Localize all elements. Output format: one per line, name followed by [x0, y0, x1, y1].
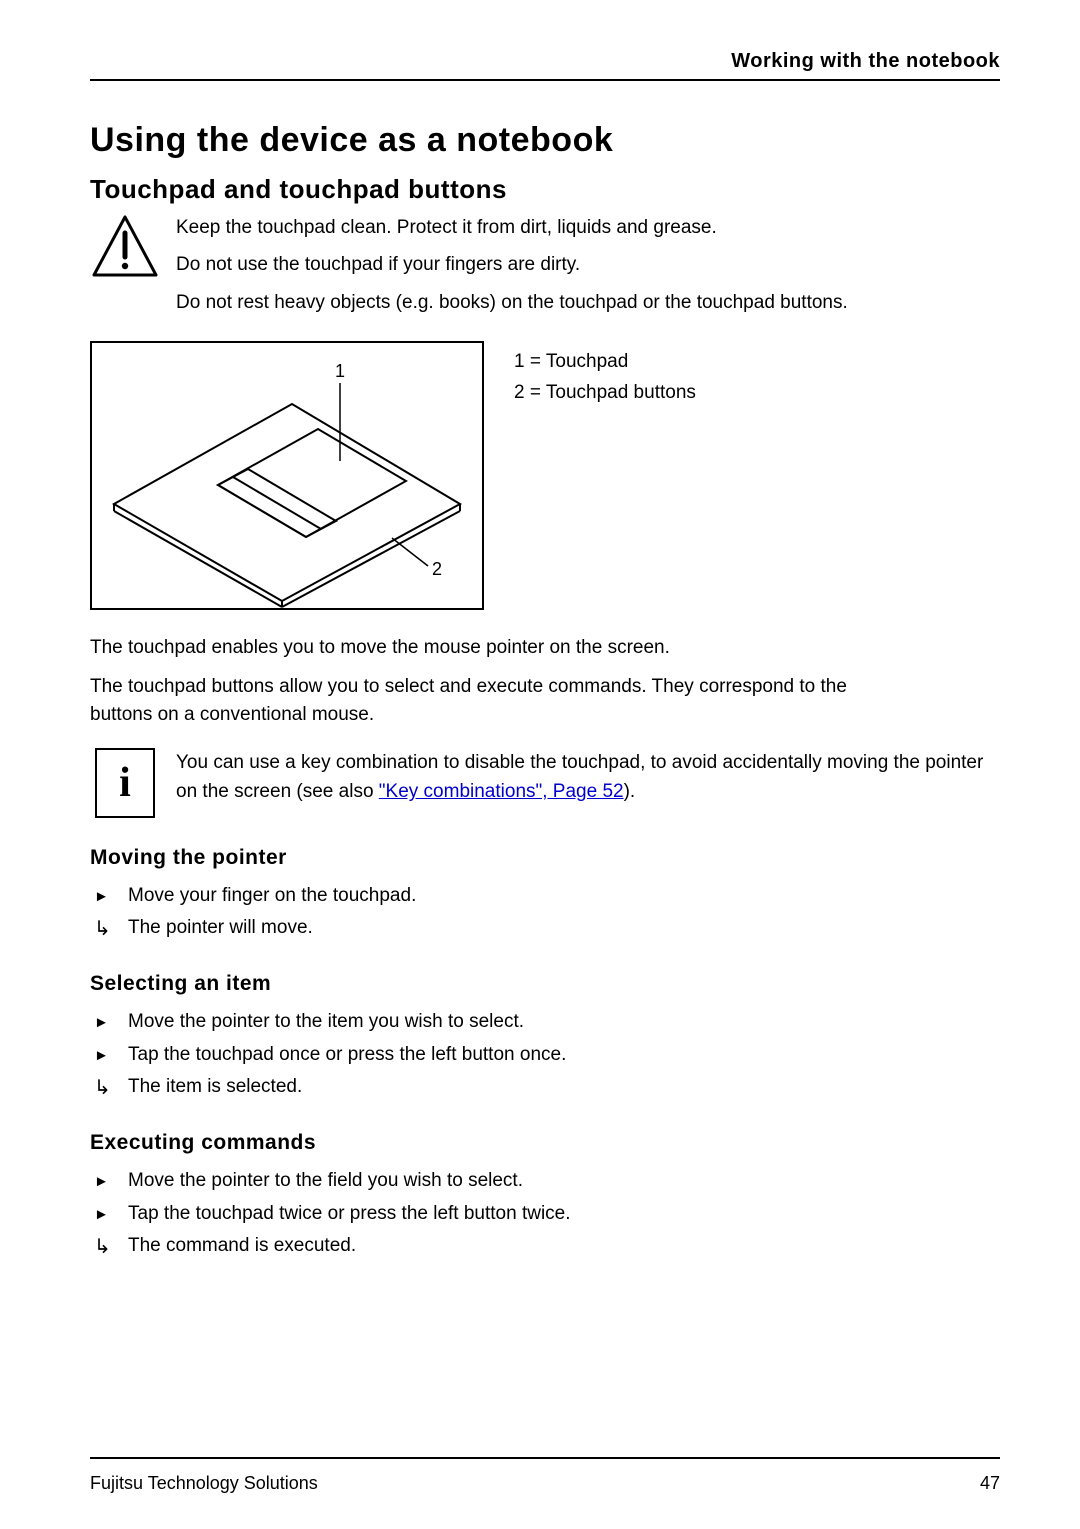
heading-executing-commands: Executing commands [90, 1131, 1000, 1155]
info-body: You can use a key combination to disable… [176, 748, 1000, 815]
legend-line-2: 2 = Touchpad buttons [514, 378, 696, 408]
step-action: Move the pointer to the field you wish t… [90, 1165, 1000, 1197]
warning-icon [90, 213, 160, 283]
footer-rule [90, 1457, 1000, 1459]
step-action: Move the pointer to the item you wish to… [90, 1006, 1000, 1038]
step-result: The item is selected. [90, 1071, 1000, 1103]
step-action: Tap the touchpad once or press the left … [90, 1039, 1000, 1071]
step-result: The command is executed. [90, 1230, 1000, 1262]
heading-selecting-item: Selecting an item [90, 972, 1000, 996]
caution-body: Keep the touchpad clean. Protect it from… [176, 213, 1000, 325]
step-action: Move your finger on the touchpad. [90, 880, 1000, 912]
subsection-title: Touchpad and touchpad buttons [90, 174, 1000, 205]
footer: Fujitsu Technology Solutions 47 [90, 1473, 1000, 1494]
legend-line-1: 1 = Touchpad [514, 347, 696, 377]
key-combinations-link[interactable]: "Key combinations", Page 52 [379, 781, 624, 802]
body-paragraph-1: The touchpad enables you to move the mou… [90, 634, 1000, 663]
header-rule [90, 79, 1000, 81]
info-text-after: ). [624, 781, 636, 802]
step-action: Tap the touchpad twice or press the left… [90, 1198, 1000, 1230]
body-paragraph-2: The touchpad buttons allow you to select… [90, 673, 910, 730]
heading-moving-pointer: Moving the pointer [90, 846, 1000, 870]
section-title: Using the device as a notebook [90, 121, 1000, 160]
caution-line-2: Do not use the touchpad if your fingers … [176, 250, 1000, 279]
caution-line-3: Do not rest heavy objects (e.g. books) o… [176, 288, 1000, 317]
step-result: The pointer will move. [90, 912, 1000, 944]
info-callout: i You can use a key combination to disab… [90, 748, 1000, 818]
steps-selecting: Move the pointer to the item you wish to… [90, 1006, 1000, 1103]
page: Working with the notebook Using the devi… [0, 0, 1080, 1529]
running-head: Working with the notebook [90, 50, 1000, 73]
steps-moving: Move your finger on the touchpad. The po… [90, 880, 1000, 945]
footer-page-number: 47 [980, 1473, 1000, 1494]
info-icon: i [90, 748, 160, 818]
diagram-callout-2: 2 [432, 559, 442, 579]
caution-callout: Keep the touchpad clean. Protect it from… [90, 213, 1000, 325]
steps-executing: Move the pointer to the field you wish t… [90, 1165, 1000, 1262]
diagram-legend: 1 = Touchpad 2 = Touchpad buttons [514, 341, 696, 408]
diagram-row: 1 2 1 = Touchpad 2 = Touchpad buttons [90, 341, 1000, 610]
caution-line-1: Keep the touchpad clean. Protect it from… [176, 213, 1000, 242]
diagram-callout-1: 1 [335, 361, 345, 381]
touchpad-diagram: 1 2 [90, 341, 484, 610]
footer-publisher: Fujitsu Technology Solutions [90, 1473, 318, 1494]
